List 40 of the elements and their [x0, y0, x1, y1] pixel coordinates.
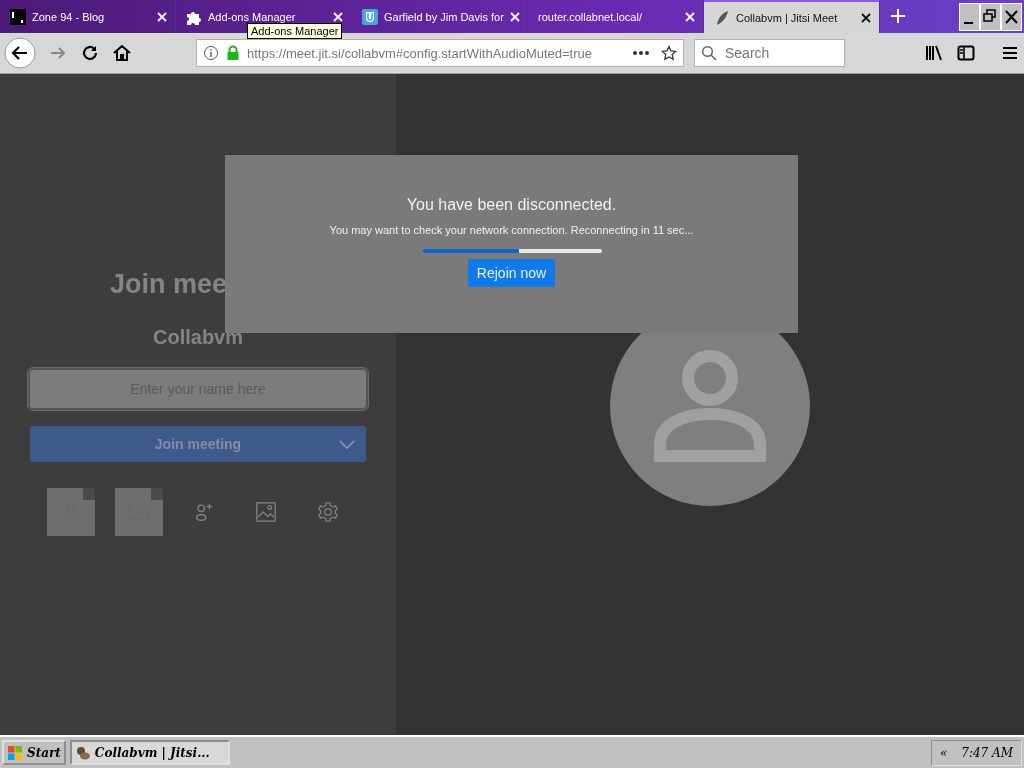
invite-icon[interactable]	[193, 501, 215, 523]
close-button[interactable]	[1001, 2, 1022, 31]
tab-title: Add-ons Manager	[208, 10, 297, 23]
feather-icon	[714, 9, 730, 26]
search-icon	[701, 45, 717, 61]
image-icon[interactable]	[255, 501, 277, 523]
tab-title: Garfield by Jim Davis for	[384, 10, 504, 23]
padlock-icon	[225, 45, 241, 61]
blog-icon	[10, 8, 26, 25]
tab-title: Zone 94 - Blog	[32, 10, 106, 23]
start-button[interactable]: Start	[2, 740, 66, 765]
tab-title: Collabvm | Jitsi Meet	[736, 11, 839, 24]
back-button[interactable]	[4, 37, 36, 69]
address-bar[interactable]: https://meet.jit.si/collabvm#config.startWithAudioMuted=true	[196, 39, 684, 67]
dialog-message: You may want to check your network connection. Reconnecting in 11 sec...	[329, 224, 694, 236]
sidebar-icon[interactable]	[956, 43, 976, 63]
new-tab-icon[interactable]	[891, 9, 905, 23]
dialog-title: You have been disconnected.	[406, 196, 617, 214]
browser-tab[interactable]: Collabvm | Jitsi Meet	[704, 0, 880, 33]
rejoin-button[interactable]: Rejoin now	[467, 259, 556, 287]
star-icon[interactable]	[661, 45, 677, 61]
reload-button[interactable]	[80, 43, 100, 63]
room-name: Collabvm	[153, 326, 243, 349]
clock: 7:47 AM	[961, 745, 1013, 760]
info-icon	[203, 45, 219, 61]
tray-toggle[interactable]: «	[939, 745, 948, 760]
settings-icon[interactable]	[317, 501, 339, 523]
url-text: https://meet.jit.si/collabvm#config.startWithAudioMuted=true	[247, 45, 593, 61]
search-field[interactable]: Search	[694, 39, 845, 67]
shield-icon	[362, 8, 378, 25]
tooltip: Add-ons Manager	[247, 23, 343, 39]
tab-title: router.collabnet.local/	[538, 10, 643, 23]
taskbar-button[interactable]: Collabvm | Jitsi...	[69, 740, 230, 765]
home-button[interactable]	[112, 43, 132, 63]
library-icon[interactable]	[924, 43, 944, 63]
minimize-button[interactable]	[959, 2, 980, 31]
restore-button[interactable]	[980, 2, 1001, 31]
prejoin-title: Join mee	[110, 269, 228, 300]
windows-logo-icon	[7, 744, 23, 761]
close-icon[interactable]	[861, 12, 871, 23]
